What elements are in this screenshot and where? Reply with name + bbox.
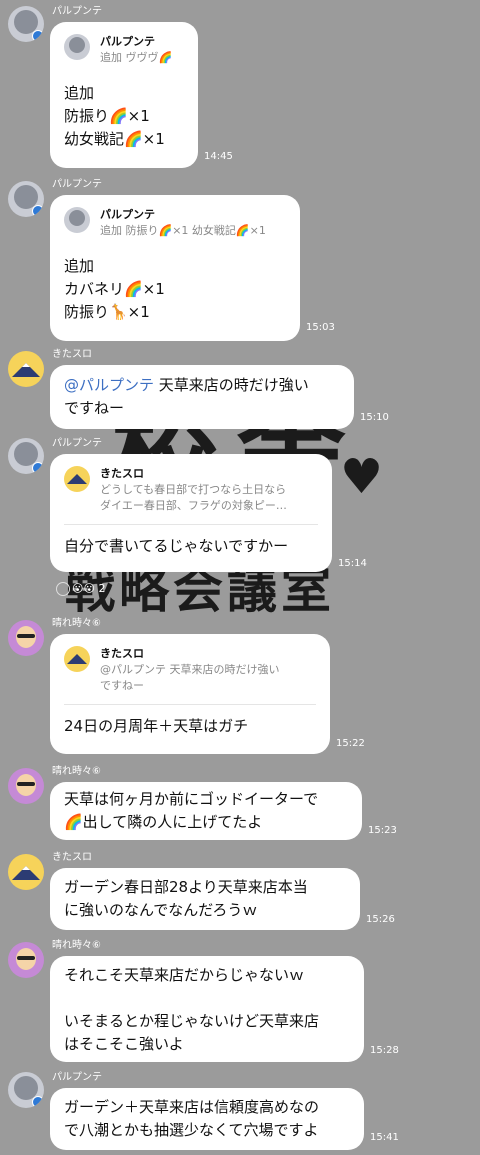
avatar[interactable] [8,942,44,978]
verified-badge-icon [32,462,44,474]
quoted-sender: きたスロ [100,467,144,480]
message-bubble[interactable]: パルプンテ 追加 ヴヴヴ🌈 追加 防振り🌈×1 幼女戦記🌈×1 [50,22,198,168]
message-text: ガーデン春日部28より天草来店本当 に強いのなんでなんだろうｗ [64,878,308,919]
quoted-message[interactable]: パルプンテ 追加 ヴヴヴ🌈 [64,34,184,72]
message-text: 追加 防振り🌈×1 幼女戦記🌈×1 [64,84,165,148]
mention-link[interactable]: @パルプンテ [64,376,154,394]
message-text: 自分で書いてるじゃないですかー [64,537,289,555]
message-bubble[interactable]: きたスロ どうしても春日部で打つなら土日なら ダイエー春日部、フラゲの対象ピー…… [50,454,332,572]
reaction-count: 2 [98,582,106,595]
message-bubble[interactable]: きたスロ @パルプンテ 天草来店の時だけ強い ですねー 24日の月周年＋天草はガ… [50,634,330,754]
avatar[interactable] [8,181,44,217]
sender-name: きたスロ [52,349,92,360]
avatar [64,646,90,672]
timestamp: 15:03 [306,322,335,333]
avatar[interactable] [8,6,44,42]
message-bubble[interactable]: 天草は何ヶ月か前にゴッドイーターで 🌈出して隣の人に上げてたよ [50,782,362,840]
sender-name: きたスロ [52,852,92,863]
quoted-sender: パルプンテ [100,208,155,221]
heart-icon: ♥ [340,449,384,505]
message-bubble[interactable]: パルプンテ 追加 防振り🌈×1 幼女戦記🌈×1 追加 カバネリ🌈×1 防振り🦒×… [50,195,300,341]
timestamp: 14:45 [204,151,233,162]
sender-name: パルプンテ [52,1072,102,1083]
sender-name: パルプンテ [52,6,102,17]
avatar[interactable] [8,351,44,387]
message-text: ガーデン＋天草来店は信頼度高めなの で八潮とかも抽選少なくて穴場ですよ [64,1098,320,1139]
sender-name: 晴れ時々⑥ [52,766,101,777]
sender-name: パルプンテ [52,179,102,190]
message-text: それこそ天草来店だからじゃないｗ いそまるとか程じゃないけど天草来店 はそこそこ… [64,966,320,1053]
reaction-emojis: 😮😮 [72,582,95,595]
avatar [64,207,90,233]
verified-badge-icon [32,1096,44,1108]
timestamp: 15:10 [360,412,389,423]
verified-badge-icon [32,30,44,42]
verified-badge-icon [32,205,44,217]
quoted-text: どうしても春日部で打つなら土日なら ダイエー春日部、フラゲの対象ピー… [100,483,287,512]
quoted-message[interactable]: きたスロ どうしても春日部で打つなら土日なら ダイエー春日部、フラゲの対象ピー… [64,466,318,525]
watermark-subtitle: 戦略会議室 [65,561,335,619]
message-text: 天草は何ヶ月か前にゴッドイーターで 🌈出して隣の人に上げてたよ [64,790,319,831]
avatar[interactable] [8,854,44,890]
avatar[interactable] [8,620,44,656]
reaction-icon [56,582,70,596]
message-text: 追加 カバネリ🌈×1 防振り🦒×1 [64,257,165,321]
avatar[interactable] [8,768,44,804]
quoted-sender: パルプンテ [100,35,155,48]
sender-name: パルプンテ [52,438,102,449]
quoted-text: 追加 ヴヴヴ🌈 [100,51,173,64]
timestamp: 15:26 [366,914,395,925]
sender-name: 晴れ時々⑥ [52,940,101,951]
timestamp: 15:41 [370,1132,399,1143]
sender-name: 晴れ時々⑥ [52,618,101,629]
timestamp: 15:14 [338,558,367,569]
message-bubble[interactable]: @パルプンテ 天草来店の時だけ強い ですねー [50,365,354,429]
quoted-text: @パルプンテ 天草来店の時だけ強い ですねー [100,663,280,692]
avatar[interactable] [8,1072,44,1108]
quoted-message[interactable]: きたスロ @パルプンテ 天草来店の時だけ強い ですねー [64,646,316,705]
quoted-message[interactable]: パルプンテ 追加 防振り🌈×1 幼女戦記🌈×1 [64,207,286,245]
timestamp: 15:28 [370,1045,399,1056]
avatar[interactable] [8,438,44,474]
quoted-text: 追加 防振り🌈×1 幼女戦記🌈×1 [100,224,266,237]
timestamp: 15:22 [336,738,365,749]
message-text: 24日の月周年＋天草はガチ [64,717,249,735]
message-bubble[interactable]: ガーデン＋天草来店は信頼度高めなの で八潮とかも抽選少なくて穴場ですよ [50,1088,364,1150]
timestamp: 15:23 [368,825,397,836]
quoted-sender: きたスロ [100,647,144,660]
avatar [64,466,90,492]
reaction-summary[interactable]: 😮😮 2 [56,582,105,596]
message-bubble[interactable]: ガーデン春日部28より天草来店本当 に強いのなんでなんだろうｗ [50,868,360,930]
avatar [64,34,90,60]
message-bubble[interactable]: それこそ天草来店だからじゃないｗ いそまるとか程じゃないけど天草来店 はそこそこ… [50,956,364,1062]
